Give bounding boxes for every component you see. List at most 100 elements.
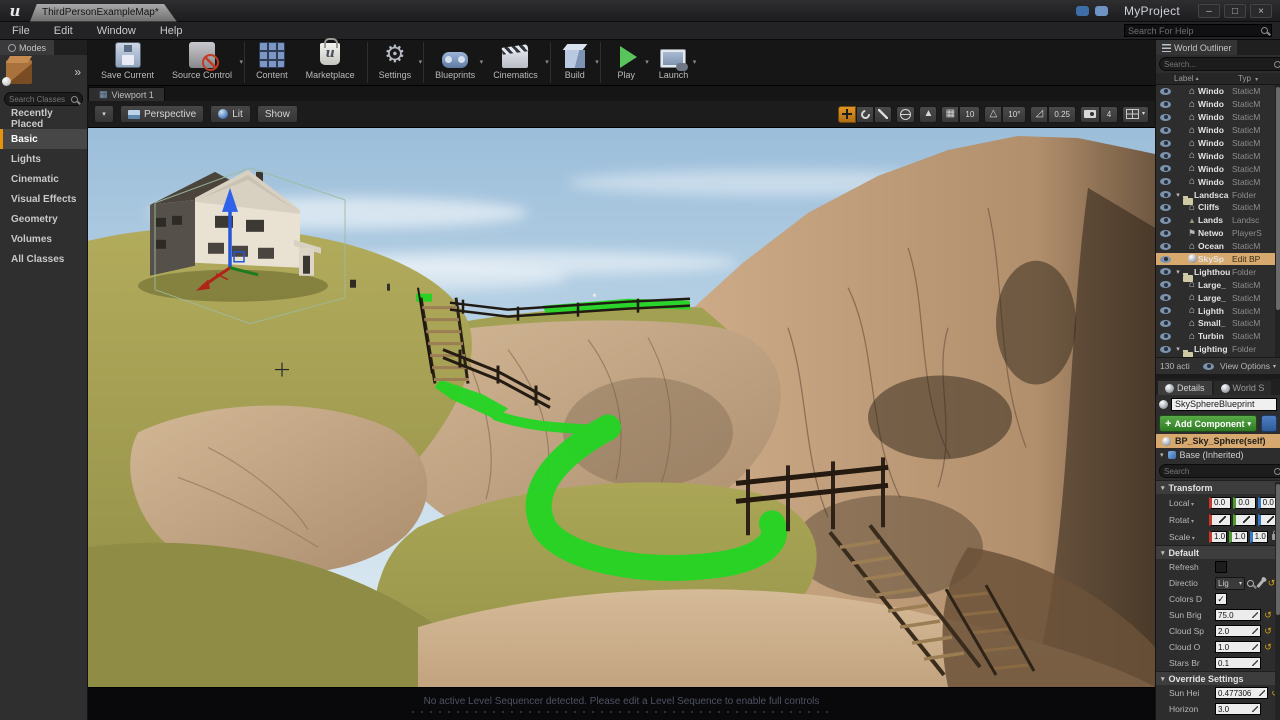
viewport-layout-button[interactable]: ▾ xyxy=(1122,106,1149,123)
expand-caret-icon[interactable]: ▾ xyxy=(1174,191,1182,199)
menu-item[interactable]: Help xyxy=(148,25,195,37)
view-options-button[interactable]: View Options xyxy=(1220,361,1270,371)
show-menu-button[interactable]: Show xyxy=(257,105,298,123)
world-settings-tab[interactable]: World S xyxy=(1214,381,1272,395)
override-section-header[interactable]: Override Settings xyxy=(1156,671,1280,685)
browse-icon[interactable] xyxy=(1247,580,1254,587)
toolbar-button[interactable]: Play xyxy=(603,42,650,83)
mode-category-item[interactable]: Visual Effects xyxy=(0,189,87,209)
location-label[interactable]: Local xyxy=(1169,498,1207,508)
modes-search[interactable] xyxy=(4,92,83,106)
eyedropper-icon[interactable] xyxy=(1256,579,1264,588)
reset-icon[interactable]: ↺ xyxy=(1263,611,1273,620)
edit-blueprint-button[interactable] xyxy=(1261,415,1277,432)
forum-bubble-icon[interactable] xyxy=(1095,6,1108,16)
grid-snap-value[interactable]: 10 xyxy=(959,106,980,123)
rotation-snap-toggle[interactable]: △ xyxy=(984,106,1002,123)
details-search-input[interactable] xyxy=(1164,467,1274,476)
viewport-tab[interactable]: ▦ Viewport 1 xyxy=(88,87,165,101)
toolbar-button[interactable]: Blueprints xyxy=(426,42,484,83)
mode-category-item[interactable]: Cinematic xyxy=(0,169,87,189)
visibility-eye-icon[interactable] xyxy=(1160,307,1171,314)
type-column-header[interactable]: Typ ▾ xyxy=(1238,74,1280,83)
visibility-eye-icon[interactable] xyxy=(1160,114,1171,121)
outliner-row[interactable]: ▾ Windo StaticM xyxy=(1156,98,1280,111)
feedback-bubble-icon[interactable] xyxy=(1076,6,1089,16)
location-y-field[interactable]: 0.0 xyxy=(1233,497,1255,509)
visibility-eye-icon[interactable] xyxy=(1160,191,1171,198)
outliner-row[interactable]: ▾ Windo StaticM xyxy=(1156,124,1280,137)
expand-caret-icon[interactable]: ▾ xyxy=(1174,345,1182,353)
stars-brightness-field[interactable]: 0.1 xyxy=(1215,657,1261,669)
visibility-eye-icon[interactable] xyxy=(1160,268,1171,275)
viewport-scene[interactable] xyxy=(88,128,1155,688)
cloud-speed-field[interactable]: 2.0 xyxy=(1215,625,1261,637)
outliner-row[interactable]: ▾ Windo StaticM xyxy=(1156,149,1280,162)
viewport-options-button[interactable]: ▾ xyxy=(94,105,114,123)
modes-search-input[interactable] xyxy=(9,95,71,104)
visibility-eye-icon[interactable] xyxy=(1160,127,1171,134)
visibility-eye-icon[interactable] xyxy=(1160,88,1171,95)
default-section-header[interactable]: Default xyxy=(1156,545,1280,559)
mode-category-item[interactable]: Lights xyxy=(0,149,87,169)
mode-category-item[interactable]: Volumes xyxy=(0,229,87,249)
toolbar-button[interactable]: Build xyxy=(553,42,601,83)
reset-icon[interactable]: ↺ xyxy=(1263,627,1273,636)
mode-category-item[interactable]: Basic xyxy=(0,129,87,149)
outliner-row[interactable]: ▾ Turbin StaticM xyxy=(1156,330,1280,343)
toolbar-button[interactable]: Source Control xyxy=(163,42,245,83)
outliner-row[interactable]: ▾ Lighthou Folder xyxy=(1156,265,1280,278)
colors-checkbox[interactable] xyxy=(1215,593,1227,605)
outliner-scrollbar[interactable] xyxy=(1275,85,1280,357)
toolbar-button[interactable]: Cinematics xyxy=(484,42,551,83)
sun-brightness-field[interactable]: 75.0 xyxy=(1215,609,1261,621)
add-component-button[interactable]: Add Component xyxy=(1159,415,1257,432)
visibility-eye-icon[interactable] xyxy=(1160,256,1171,263)
refresh-checkbox[interactable] xyxy=(1215,561,1227,573)
rotation-x-field[interactable] xyxy=(1209,514,1231,526)
visibility-eye-icon[interactable] xyxy=(1160,101,1171,108)
visibility-eye-icon[interactable] xyxy=(1160,204,1171,211)
outliner-search-input[interactable] xyxy=(1164,60,1274,69)
expand-chevron-icon[interactable]: » xyxy=(74,65,81,79)
visibility-eye-icon[interactable] xyxy=(1160,152,1171,159)
help-search[interactable] xyxy=(1124,24,1272,37)
move-tool-button[interactable] xyxy=(838,106,856,123)
minimize-button[interactable]: – xyxy=(1198,4,1220,18)
view-mode-button[interactable]: Lit xyxy=(210,105,251,123)
coordinate-system-button[interactable] xyxy=(896,106,915,123)
outliner-row[interactable]: ▾ Windo StaticM xyxy=(1156,85,1280,98)
scale-snap-toggle[interactable]: ◿ xyxy=(1030,106,1048,123)
level-document-tab[interactable]: ThirdPersonExampleMap* xyxy=(30,4,177,22)
outliner-row[interactable]: ▾ SkySp Edit BP xyxy=(1156,253,1280,266)
toolbar-button[interactable]: Content xyxy=(247,42,297,83)
directional-light-dropdown[interactable]: Lig xyxy=(1215,577,1245,590)
menu-item[interactable]: Edit xyxy=(42,25,85,37)
details-search[interactable] xyxy=(1159,464,1280,478)
cloud-opacity-field[interactable]: 1.0 xyxy=(1215,641,1261,653)
toolbar-button[interactable]: Marketplace xyxy=(297,42,368,83)
sun-height-field[interactable]: 0.477306 xyxy=(1215,687,1268,699)
mode-category-item[interactable]: Geometry xyxy=(0,209,87,229)
base-inherited-row[interactable]: ▾ Base (Inherited) xyxy=(1156,448,1280,462)
visibility-eye-icon[interactable] xyxy=(1160,346,1171,353)
toolbar-button[interactable]: Settings xyxy=(370,42,425,83)
visibility-eye-icon[interactable] xyxy=(1160,294,1171,301)
place-mode-icon[interactable] xyxy=(6,60,32,84)
visibility-eye-icon[interactable] xyxy=(1160,243,1171,250)
scale-snap-value[interactable]: 0.25 xyxy=(1048,106,1076,123)
outliner-row[interactable]: ▾ Ocean StaticM xyxy=(1156,240,1280,253)
maximize-button[interactable]: □ xyxy=(1224,4,1246,18)
component-self-row[interactable]: BP_Sky_Sphere(self) xyxy=(1156,434,1280,448)
scale-label[interactable]: Scale xyxy=(1169,532,1207,542)
outliner-row[interactable]: ▾ Lands Landsc xyxy=(1156,214,1280,227)
grid-snap-toggle[interactable]: ▦ xyxy=(941,106,959,123)
camera-speed-value[interactable]: 4 xyxy=(1100,106,1118,123)
visibility-eye-icon[interactable] xyxy=(1160,178,1171,185)
details-scrollbar[interactable] xyxy=(1275,482,1280,720)
rotation-label[interactable]: Rotat xyxy=(1169,515,1207,525)
visibility-eye-icon[interactable] xyxy=(1160,230,1171,237)
toolbar-button[interactable]: Launch xyxy=(650,42,698,83)
expand-caret-icon[interactable]: ▾ xyxy=(1174,268,1182,276)
reset-icon[interactable]: ↺ xyxy=(1263,643,1273,652)
